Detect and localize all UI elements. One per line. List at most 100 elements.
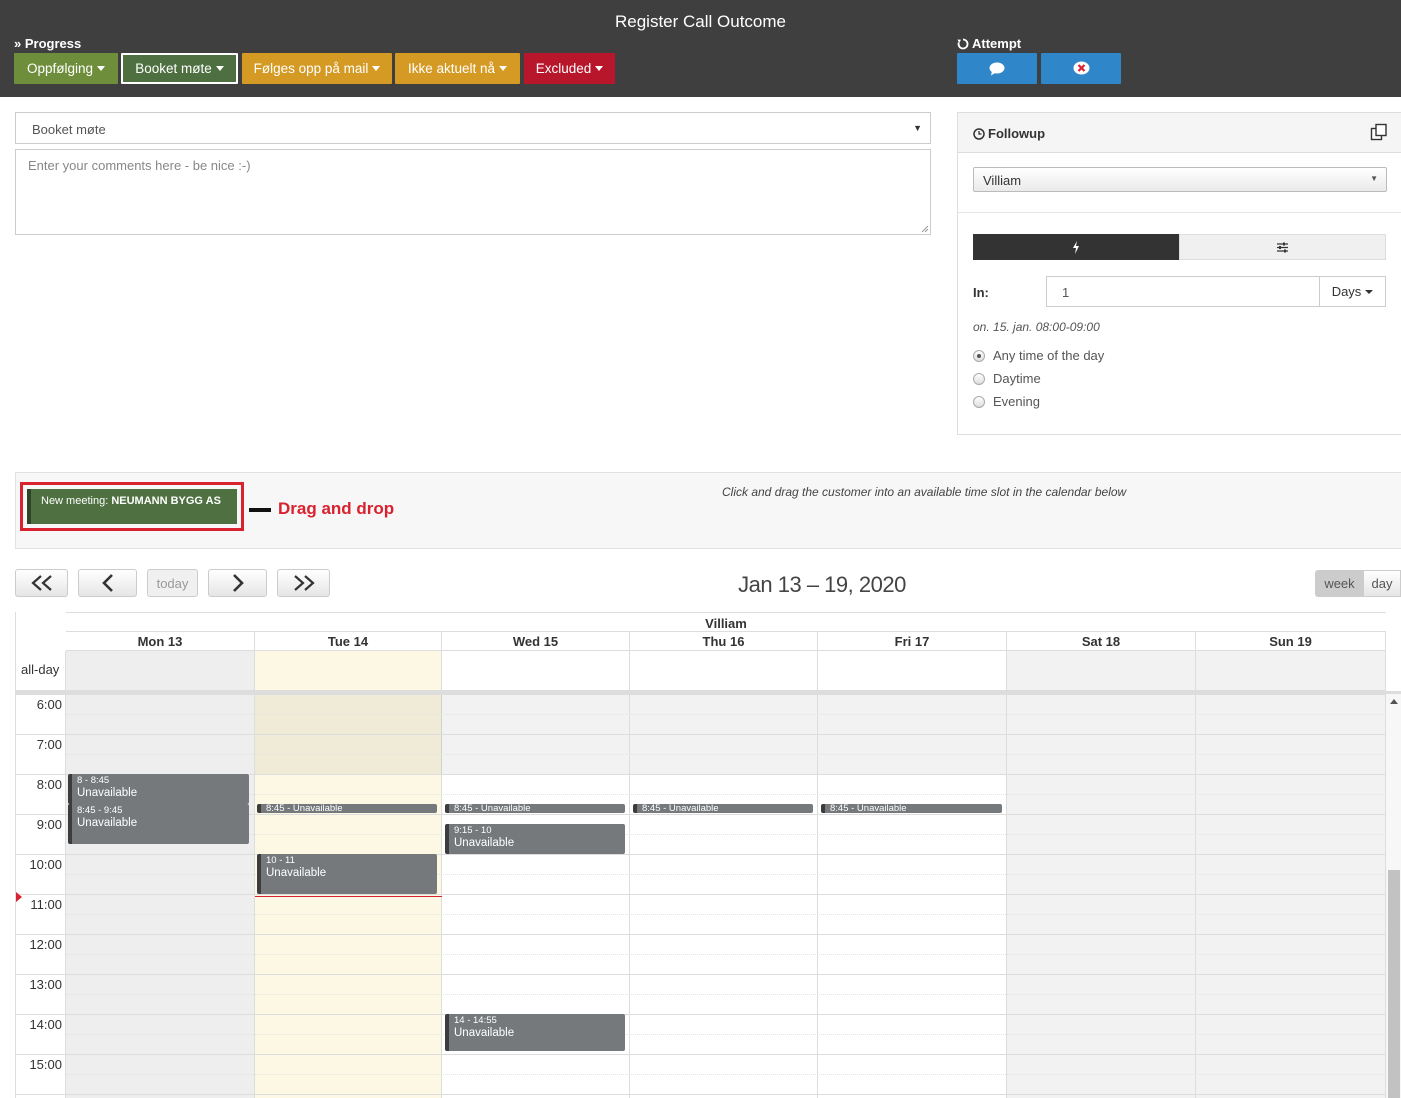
lightning-icon bbox=[1073, 240, 1079, 254]
scrollbar-thumb[interactable] bbox=[1388, 870, 1400, 1098]
day-header-tue: Tue 14 bbox=[255, 632, 442, 651]
folges-opp-label: Følges opp på mail bbox=[253, 61, 369, 76]
advanced-mode-tab[interactable] bbox=[1179, 234, 1386, 260]
all-day-cell-thu[interactable] bbox=[630, 651, 818, 691]
all-day-label: all-day bbox=[16, 651, 66, 691]
followup-user-select[interactable]: Villiam ▼ bbox=[973, 167, 1387, 192]
half-hour-line bbox=[66, 794, 1386, 795]
hour-line bbox=[16, 854, 1386, 855]
radio-daytime[interactable]: Daytime bbox=[973, 371, 1041, 386]
time-axis bbox=[16, 694, 66, 1098]
followup-title: Followup bbox=[973, 126, 1045, 141]
folges-opp-pa-mail-button[interactable]: Følges opp på mail bbox=[242, 53, 392, 84]
comment-textarea[interactable] bbox=[15, 149, 931, 235]
all-day-cell-wed[interactable] bbox=[442, 651, 630, 691]
hour-line bbox=[16, 894, 1386, 895]
event-time: 9:15 - 10 bbox=[454, 825, 492, 836]
hour-label-14: 14:00 bbox=[29, 1017, 62, 1032]
all-day-cell-sat[interactable] bbox=[1007, 651, 1196, 691]
half-hour-line bbox=[66, 834, 1386, 835]
calendar-event[interactable]: 8:45 - 9:45 Unavailable bbox=[68, 804, 249, 844]
attempt-label-text: Attempt bbox=[972, 36, 1022, 51]
time-grid[interactable]: 6:00 7:00 8:00 9:00 10:00 11:00 12:00 13… bbox=[16, 694, 1386, 1098]
event-title: Unavailable bbox=[77, 787, 138, 799]
hour-label-10: 10:00 bbox=[29, 857, 62, 872]
event-title: Unavailable bbox=[454, 1027, 515, 1039]
header-bar: Register Call Outcome » Progress Attempt… bbox=[0, 0, 1401, 97]
hour-line bbox=[16, 734, 1386, 735]
excluded-label: Excluded bbox=[535, 61, 592, 76]
day-header-thu: Thu 16 bbox=[630, 632, 818, 651]
quick-mode-tab[interactable] bbox=[973, 234, 1179, 260]
outcome-status-select[interactable]: Booket møte ▼ bbox=[15, 112, 931, 144]
week-view-label: week bbox=[1324, 576, 1355, 591]
week-view-button[interactable]: week bbox=[1315, 570, 1364, 597]
drag-hint-text: Click and drag the customer into an avai… bbox=[722, 485, 1127, 499]
day-view-label: day bbox=[1371, 576, 1393, 591]
resize-grip-icon[interactable] bbox=[920, 224, 929, 233]
hour-label-15: 15:00 bbox=[29, 1057, 62, 1072]
hour-line bbox=[16, 1054, 1386, 1055]
new-meeting-prefix: New meeting: bbox=[41, 495, 112, 507]
annotation-dash bbox=[249, 508, 271, 512]
calendar-event[interactable]: 8:45 - Unavailable bbox=[445, 804, 625, 813]
day-view-button[interactable]: day bbox=[1363, 570, 1401, 597]
calendar-event[interactable]: 8:45 - Unavailable bbox=[821, 804, 1002, 813]
calendar-event[interactable]: 8:45 - Unavailable bbox=[257, 804, 437, 813]
caret-down-icon bbox=[215, 66, 224, 71]
booket-mote-button[interactable]: Booket møte bbox=[121, 53, 238, 84]
hour-line bbox=[16, 694, 1386, 695]
panel-divider bbox=[958, 212, 1401, 213]
half-hour-line bbox=[66, 1034, 1386, 1035]
event-time: 8:45 - Unavailable bbox=[454, 804, 531, 813]
no-phone-icon bbox=[1073, 61, 1089, 75]
day-header-mon: Mon 13 bbox=[66, 632, 255, 651]
all-day-cell-tue[interactable] bbox=[255, 651, 442, 691]
calendar-event[interactable]: 14 - 14:55 Unavailable bbox=[445, 1014, 625, 1051]
radio-checked-icon bbox=[973, 349, 985, 362]
radio-unchecked-icon bbox=[973, 395, 985, 408]
all-day-cell-mon[interactable] bbox=[66, 651, 255, 691]
half-hour-line bbox=[66, 1074, 1386, 1075]
calendar-scrollbar[interactable] bbox=[1386, 694, 1401, 1098]
page-title: Register Call Outcome bbox=[614, 12, 786, 31]
event-time: 10 - 11 bbox=[266, 855, 295, 866]
copy-icon[interactable] bbox=[1370, 123, 1388, 141]
current-time-arrow-icon bbox=[16, 892, 22, 902]
hour-label-12: 12:00 bbox=[29, 937, 62, 952]
half-hour-line bbox=[66, 994, 1386, 995]
in-amount-input[interactable]: 1 bbox=[1046, 276, 1320, 307]
all-day-cell-fri[interactable] bbox=[818, 651, 1007, 691]
new-meeting-customer: NEUMANN BYGG AS bbox=[111, 495, 221, 507]
event-title: Unavailable bbox=[454, 837, 515, 849]
drag-strip: New meeting: NEUMANN BYGG AS Drag and dr… bbox=[15, 472, 1401, 549]
scroll-up-arrow-icon[interactable] bbox=[1390, 699, 1398, 704]
ikke-aktuelt-na-button[interactable]: Ikke aktuelt nå bbox=[395, 53, 520, 84]
event-time: 14 - 14:55 bbox=[454, 1015, 497, 1026]
unit-dropdown-button[interactable]: Days bbox=[1319, 276, 1386, 307]
followup-panel-header: Followup bbox=[958, 113, 1401, 153]
radio-any-time-label: Any time of the day bbox=[993, 348, 1105, 363]
all-day-cell-sun[interactable] bbox=[1196, 651, 1386, 691]
event-title: Unavailable bbox=[77, 817, 138, 829]
radio-any-time[interactable]: Any time of the day bbox=[973, 348, 1104, 363]
calendar-event[interactable]: 8:45 - Unavailable bbox=[633, 804, 813, 813]
hour-line bbox=[16, 1094, 1386, 1095]
week-calendar: Villiam Mon 13 Tue 14 Wed 15 Thu 16 Fri … bbox=[15, 612, 1401, 1098]
calendar-event[interactable]: 8 - 8:45 Unavailable bbox=[68, 774, 249, 804]
half-hour-line bbox=[66, 954, 1386, 955]
drag-and-drop-annotation: Drag and drop bbox=[278, 499, 395, 518]
attempt-comment-button[interactable] bbox=[957, 53, 1037, 84]
day-header-sun: Sun 19 bbox=[1196, 632, 1386, 651]
calendar-event[interactable]: 10 - 11 Unavailable bbox=[257, 854, 437, 894]
ikke-aktuelt-label: Ikke aktuelt nå bbox=[407, 61, 496, 76]
radio-evening[interactable]: Evening bbox=[973, 394, 1040, 409]
new-meeting-draggable[interactable]: New meeting: NEUMANN BYGG AS bbox=[27, 489, 237, 524]
hour-label-13: 13:00 bbox=[29, 977, 62, 992]
oppfolging-button[interactable]: Oppfølging bbox=[14, 53, 118, 84]
radio-evening-label: Evening bbox=[993, 394, 1040, 409]
hour-line bbox=[16, 1014, 1386, 1015]
attempt-no-answer-button[interactable] bbox=[1041, 53, 1121, 84]
excluded-button[interactable]: Excluded bbox=[524, 53, 615, 84]
calendar-event[interactable]: 9:15 - 10 Unavailable bbox=[445, 824, 625, 854]
